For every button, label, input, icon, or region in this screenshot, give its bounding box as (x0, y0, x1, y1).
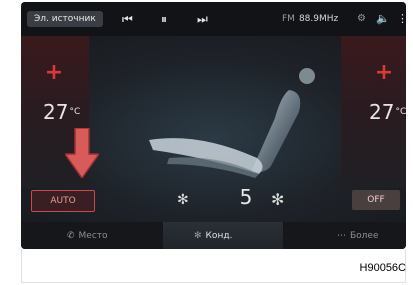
right-temperature: 27°C (369, 100, 406, 124)
left-temperature-value: 27 (43, 100, 69, 124)
nav-item-more-label: Более (350, 231, 379, 241)
left-temperature-unit: °C (69, 107, 81, 117)
menu-icon[interactable]: ⋮ (397, 11, 406, 27)
more-icon: ⋯ (337, 231, 346, 241)
nav-item-seat[interactable]: ✆ Место (67, 228, 108, 244)
right-temperature-value: 27 (369, 100, 395, 124)
pointer-arrow-icon (65, 128, 99, 178)
radio-frequency: 88.9MHz (298, 14, 339, 24)
off-button[interactable]: OFF (352, 190, 400, 210)
radio-band: FM (282, 14, 295, 24)
left-temperature: 27°C (43, 100, 80, 124)
nav-item-seat-label: Место (78, 231, 108, 241)
volume-icon[interactable]: 🔈 (376, 11, 390, 27)
fan-increase-icon[interactable]: ✻ (271, 192, 284, 208)
seat-illustration-icon (149, 68, 315, 178)
auto-button[interactable]: AUTO (31, 190, 95, 212)
nav-item-ac[interactable]: ✻ Конд. (194, 228, 232, 244)
right-temp-up-icon[interactable]: + (373, 62, 395, 84)
nav-item-more[interactable]: ⋯ Более (337, 228, 379, 244)
skip-previous-icon[interactable]: ⏮ (122, 11, 133, 27)
right-temperature-unit: °C (395, 107, 406, 117)
pause-icon[interactable]: ⏸ (161, 11, 167, 27)
skip-next-icon[interactable]: ⏭ (197, 11, 208, 27)
infotainment-screen: Эл. источник ⏮ ⏸ ⏭ FM 88.9MHz ⚙ 🔈 ⋮ + 27°… (21, 2, 406, 249)
top-status-bar: Эл. источник ⏮ ⏸ ⏭ FM 88.9MHz ⚙ 🔈 ⋮ (21, 2, 406, 36)
left-temp-up-icon[interactable]: + (43, 62, 65, 84)
fan-decrease-icon[interactable]: ✻ (177, 192, 189, 208)
radio-readout: FM 88.9MHz (282, 11, 338, 27)
source-button[interactable]: Эл. источник (27, 11, 103, 27)
figure-caption: H90056C (359, 262, 406, 274)
nav-item-ac-label: Конд. (205, 231, 233, 241)
phone-icon: ✆ (67, 231, 75, 241)
fan-speed-value: 5 (239, 185, 253, 209)
caption-box (21, 249, 406, 283)
settings-icon[interactable]: ⚙ (357, 11, 366, 27)
fan-icon: ✻ (194, 231, 202, 241)
